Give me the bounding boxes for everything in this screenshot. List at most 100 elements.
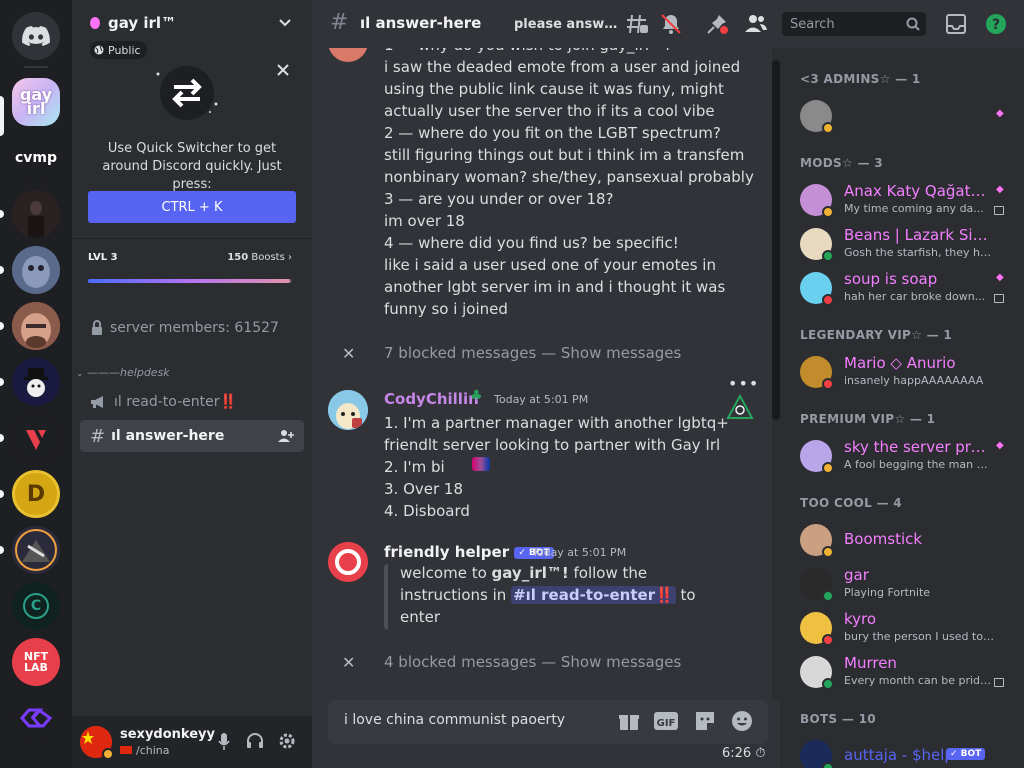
channel-topic[interactable]: please answer ... [514,17,624,32]
member-status: hah her car broke down... [844,290,986,303]
close-icon[interactable]: ✕ [342,653,355,672]
category-helpdesk[interactable]: ⌄ ———helpdesk [76,366,170,379]
inbox-icon[interactable] [946,14,966,34]
member-list-icon[interactable] [744,13,768,35]
server-cvmp[interactable]: cvmp [12,134,60,182]
public-label: Public [108,43,141,57]
settings-gear-icon[interactable] [278,732,296,750]
pinned-messages-icon[interactable] [706,13,728,35]
idle-status-dot [822,462,834,474]
member-name: sky the server proto... [844,438,994,456]
message-author[interactable]: friendly helper ✓ BOT [384,543,554,561]
message-timestamp: Today at 5:01 PM [532,546,627,559]
server-icon-12[interactable] [12,694,60,742]
server-gay-irl[interactable]: gay irl [12,78,60,126]
message-composer[interactable]: i love china communist paoerty GIF [328,700,768,744]
message-line: friendlt server looking to partner with … [384,436,721,454]
channel-answer-here[interactable]: # ıl answer-here [80,420,304,452]
add-member-icon[interactable] [278,429,294,443]
member-avatar [800,740,834,768]
server-icon-7[interactable] [12,414,60,462]
message-line: im over 18 [384,212,465,230]
role-header: <3 ADMINS☆ — 1 [800,72,921,86]
discord-home-button[interactable] [12,12,60,60]
server-booster-icon: ◆ [996,184,1004,195]
server-booster-icon: ◆ [996,108,1004,119]
notifications-muted-icon[interactable] [660,13,682,35]
member-row[interactable]: gar Playing Fortnite [780,562,1024,606]
member-row[interactable]: Boomstick [780,518,1024,562]
server-nft-lab[interactable]: NFT LAB [12,638,60,686]
server-header[interactable]: gay irl™ Public [72,0,312,59]
message-author[interactable]: CodyChillin [384,390,479,408]
gift-icon[interactable] [618,710,640,732]
microphone-icon[interactable] [218,733,230,751]
discord-logo-icon [22,26,50,46]
search-placeholder: Search [790,16,835,32]
public-badge: Public [90,41,147,59]
member-name: gar [844,566,869,584]
member-row[interactable]: Murren Every month can be pridem... [780,650,1024,694]
headphones-icon[interactable] [246,733,264,749]
member-row[interactable]: soup is soap hah her car broke down... ◆ [780,266,1024,310]
member-name: auttaja - $help [844,746,954,764]
message-line: 1. I'm a partner manager with another lg… [384,414,729,432]
user-avatar[interactable] [328,48,368,62]
sticker-icon[interactable] [694,710,716,732]
member-row[interactable]: Mario ◇ Anurio insanely happAAAAAAAA [780,350,1024,394]
server-icon-d[interactable]: D [12,470,60,518]
message-line: 4. Disboard [384,502,470,520]
channel-read-to-enter[interactable]: ıl read-to-enter‼️ [80,386,304,418]
scroll-thumb[interactable] [772,60,780,420]
server-icon-5[interactable] [12,302,60,350]
help-icon[interactable]: ? [986,14,1006,34]
boost-progress-panel[interactable]: LVL 3 150 Boosts › [72,240,312,290]
online-status-dot [822,590,834,602]
channel-mention[interactable]: #ıl read-to-enter‼️ [511,586,676,604]
composer-input[interactable]: i love china communist paoerty [344,712,565,728]
gif-icon[interactable]: GIF [654,711,678,731]
member-row[interactable]: auttaja - $help ✓ BOT [780,734,1024,768]
member-row[interactable]: ◆ [780,94,1024,138]
message-line: 3. Over 18 [384,480,464,498]
member-status: Playing Fortnite [844,586,931,599]
server-icon-3[interactable] [12,190,60,238]
custom-status: /china [120,744,170,757]
message-scrollbar[interactable] [772,48,780,700]
china-flag-icon [120,746,132,754]
search-input[interactable]: Search [782,12,926,36]
close-icon[interactable] [277,64,289,76]
blocked-messages-notice[interactable]: 7 blocked messages — Show messages [384,344,681,362]
channel-name: server members: 61527 [110,320,279,336]
idle-status-dot [102,748,114,760]
member-row[interactable]: Beans | Lazark Simp Gosh the starfish, th… [780,222,1024,266]
user-avatar[interactable] [328,390,368,430]
emoji-picker-icon[interactable] [731,710,753,732]
username: sexydonkeyy [120,727,215,742]
activity-note-icon [994,678,1004,687]
ctrl-k-button[interactable]: CTRL + K [88,191,296,223]
idle-status-dot [822,206,834,218]
member-status: Every month can be pridem... [844,674,994,687]
server-icon-c[interactable]: C [12,582,60,630]
hashtag-icon: # [330,10,349,35]
server-icon-4[interactable] [12,246,60,294]
quick-switcher-card: Use Quick Switcher to get around Discord… [72,60,312,236]
member-row[interactable]: Anax Katy Qağatad... My time coming any d… [780,178,1024,222]
server-icon-9[interactable] [12,526,60,574]
member-row[interactable]: kyro bury the person I used to be m... [780,606,1024,650]
chevron-down-icon[interactable] [278,18,292,28]
idle-status-dot [822,122,834,134]
online-status-dot [822,762,834,768]
role-header: LEGENDARY VIP☆ — 1 [800,328,953,342]
member-status: bury the person I used to be m... [844,630,994,643]
threads-icon[interactable] [626,13,648,35]
server-icon-6[interactable] [12,358,60,406]
bot-avatar[interactable] [328,542,368,582]
close-icon[interactable]: ✕ [342,344,355,363]
more-options-icon[interactable]: ••• [728,374,759,393]
member-row[interactable]: sky the server proto... A fool begging th… [780,434,1024,478]
channel-server-members[interactable]: server members: 61527 [80,312,304,344]
member-name: Boomstick [844,530,923,548]
blocked-messages-notice[interactable]: 4 blocked messages — Show messages [384,653,681,671]
